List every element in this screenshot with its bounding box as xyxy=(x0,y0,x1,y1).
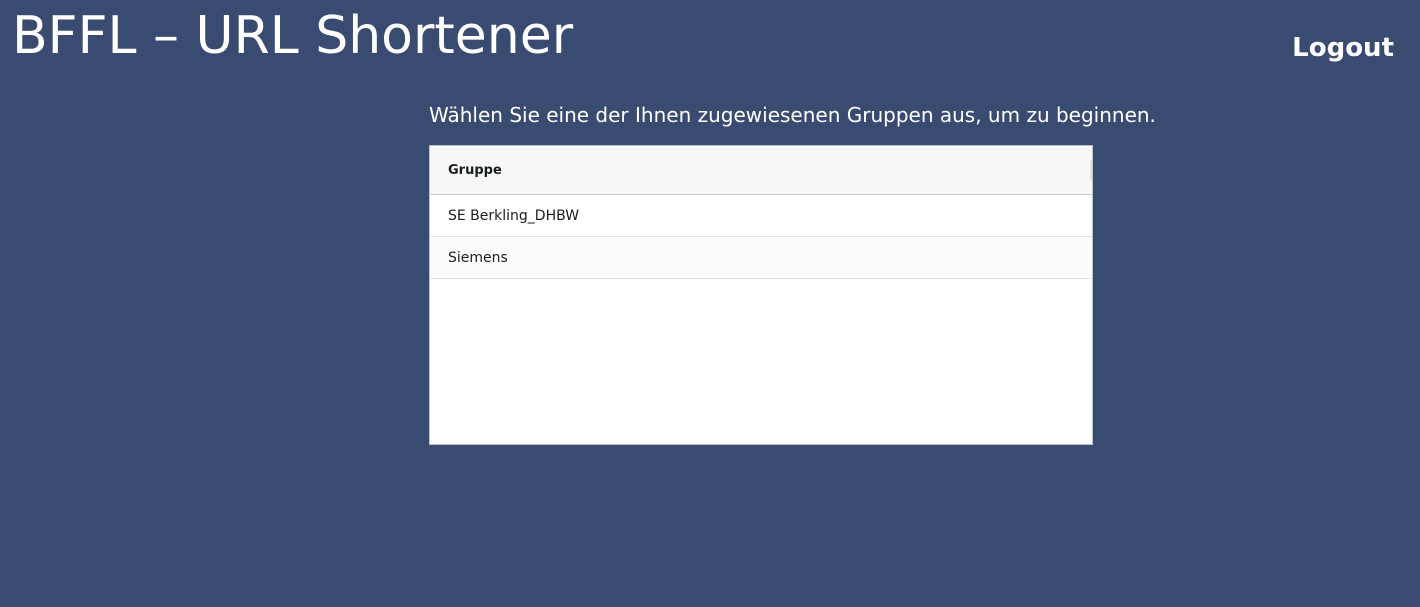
instruction-text: Wählen Sie eine der Ihnen zugewiesenen G… xyxy=(429,103,1156,127)
group-table: Gruppe SE Berkling_DHBW Siemens xyxy=(429,145,1093,445)
table-row[interactable]: Siemens xyxy=(430,237,1092,279)
column-header-gruppe[interactable]: Gruppe xyxy=(430,163,502,178)
group-name-cell: SE Berkling_DHBW xyxy=(448,207,580,224)
column-resize-handle[interactable] xyxy=(1090,160,1092,180)
table-header: Gruppe xyxy=(430,146,1092,195)
logout-button[interactable]: Logout xyxy=(1292,30,1394,66)
table-row[interactable]: SE Berkling_DHBW xyxy=(430,195,1092,237)
group-name-cell: Siemens xyxy=(448,249,508,266)
app-title: BFFL – URL Shortener xyxy=(12,6,574,66)
